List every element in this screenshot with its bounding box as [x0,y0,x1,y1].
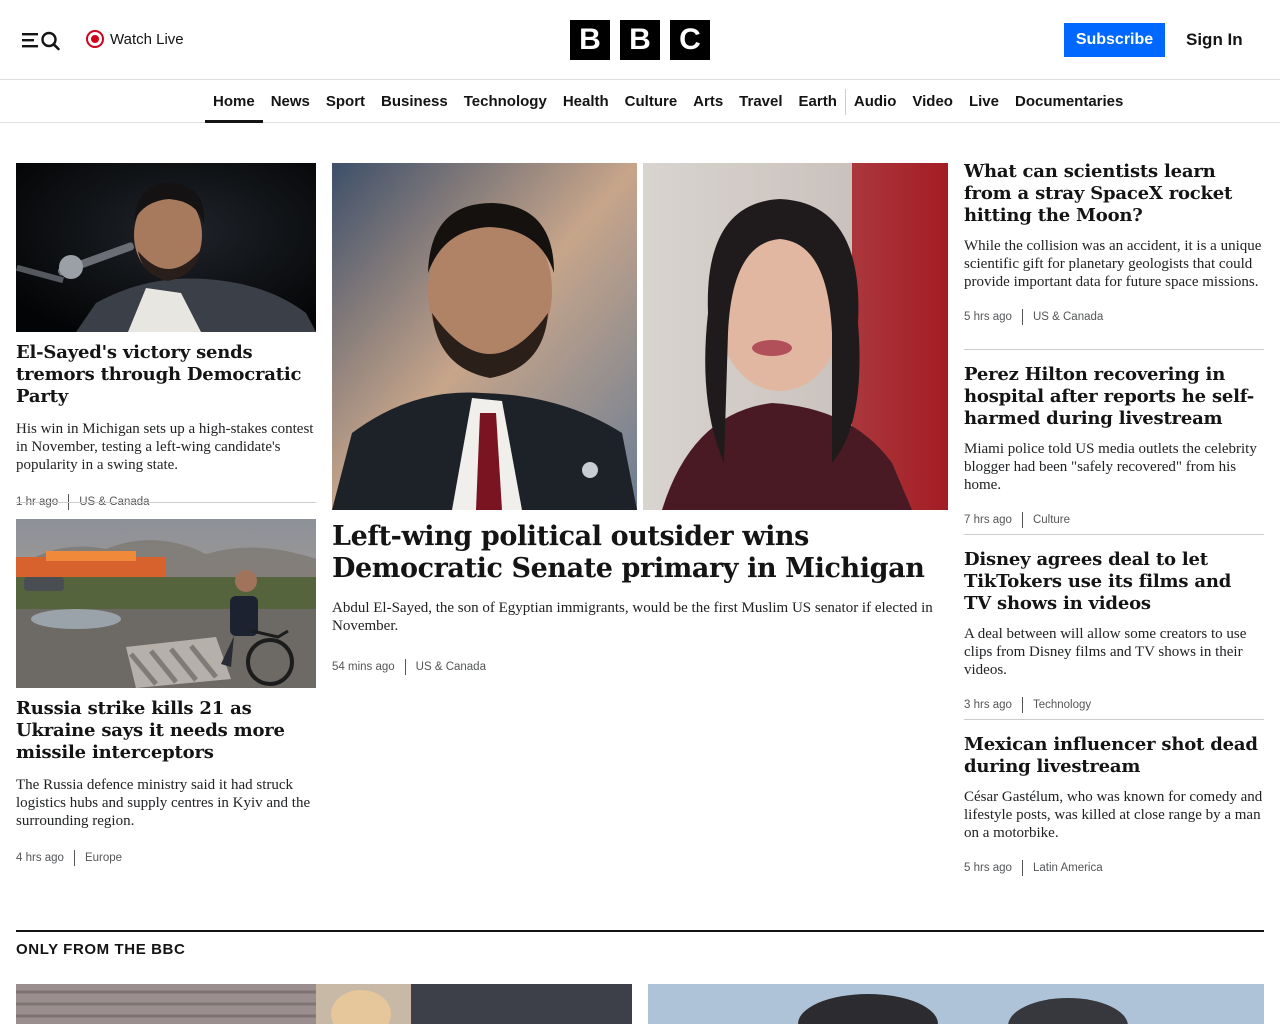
story-image-el-sayed[interactable] [16,163,316,332]
story-summary: A deal between will allow some creators … [964,626,1247,678]
story-right-2: Perez Hilton recovering in hospital afte… [964,364,1264,528]
nav-item-documentaries[interactable]: Documentaries [1007,81,1131,122]
story-tag[interactable]: Latin America [1033,862,1103,874]
logo-letter: B [570,20,610,60]
story-tag[interactable]: US & Canada [1033,311,1103,323]
story-summary: César Gastélum, who was known for comedy… [964,789,1263,841]
feature-image-right[interactable] [648,984,1264,1024]
subscribe-button[interactable]: Subscribe [1064,23,1165,57]
watch-live-label: Watch Live [110,30,184,48]
section-rule [16,930,1264,932]
photo-fire-bicycle [16,519,316,688]
lead-story-image[interactable] [332,163,948,510]
nav-item-home[interactable]: Home [205,81,263,123]
story-headline[interactable]: What can scientists learn from a stray S… [964,161,1264,227]
story-time: 3 hrs ago [964,699,1012,711]
meta-divider [1021,309,1023,325]
nav-item-news[interactable]: News [263,81,318,122]
story-meta: 5 hrs ago Latin America [964,860,1264,876]
section-title: ONLY FROM THE BBC [16,941,186,958]
story-summary: While the collision was an accident, it … [964,238,1262,290]
story-time: 5 hrs ago [964,311,1012,323]
story-meta: 4 hrs ago Europe [16,850,316,866]
story-headline[interactable]: Disney agrees deal to let TikTokers use … [964,549,1264,615]
main-navigation: Home News Sport Business Technology Heal… [0,81,1280,123]
meta-divider [73,850,75,866]
story-headline[interactable]: Mexican influencer shot dead during live… [964,734,1264,778]
nav-item-sport[interactable]: Sport [318,81,373,122]
live-icon [86,30,104,48]
story-headline[interactable]: Russia strike kills 21 as Ukraine says i… [16,698,316,764]
nav-item-audio[interactable]: Audio [846,81,905,122]
nav-item-culture[interactable]: Culture [617,81,686,122]
photo-feature-left [16,984,632,1024]
story-meta: 3 hrs ago Technology [964,697,1264,713]
story-right-3: Disney agrees deal to let TikTokers use … [964,549,1264,713]
story-left-2: Russia strike kills 21 as Ukraine says i… [16,698,316,866]
meta-divider [404,659,406,675]
story-divider [964,349,1264,350]
photo-man-speaking [16,163,316,332]
feature-image-left[interactable] [16,984,632,1024]
sign-in-link[interactable]: Sign In [1186,28,1243,52]
story-tag[interactable]: Culture [1033,514,1070,526]
story-summary: Miami police told US media outlets the c… [964,441,1257,493]
story-left-1: El-Sayed's victory sends tremors through… [16,342,316,510]
story-time: 4 hrs ago [16,852,64,864]
nav-item-health[interactable]: Health [555,81,617,122]
story-time: 5 hrs ago [964,862,1012,874]
menu-search-button[interactable] [20,28,64,52]
nav-item-business[interactable]: Business [373,81,456,122]
search-icon [41,31,60,51]
story-headline[interactable]: Perez Hilton recovering in hospital afte… [964,364,1264,430]
story-tag[interactable]: Europe [85,852,122,864]
story-summary: His win in Michigan sets up a high-stake… [16,421,314,473]
lead-summary: Abdul El-Sayed, the son of Egyptian immi… [332,600,933,634]
menu-icon [22,31,60,51]
lead-story: Left-wing political outsider wins Democr… [332,521,948,675]
nav-item-live[interactable]: Live [961,81,1007,122]
meta-divider [1021,512,1023,528]
story-tag[interactable]: Technology [1033,699,1091,711]
story-divider [964,534,1264,535]
story-tag[interactable]: US & Canada [416,661,486,673]
nav-item-earth[interactable]: Earth [791,81,845,122]
story-summary: The Russia defence ministry said it had … [16,777,311,829]
story-meta: 54 mins ago US & Canada [332,659,948,675]
nav-item-technology[interactable]: Technology [456,81,555,122]
bbc-logo[interactable]: B B C [570,20,710,60]
photo-two-candidates [332,163,948,510]
meta-divider [1021,860,1023,876]
nav-item-arts[interactable]: Arts [685,81,731,122]
story-right-4: Mexican influencer shot dead during live… [964,734,1264,876]
story-divider [964,719,1264,720]
story-time: 54 mins ago [332,661,395,673]
story-meta: 5 hrs ago US & Canada [964,309,1264,325]
meta-divider [1021,697,1023,713]
top-header: Watch Live B B C Subscribe Sign In [0,0,1280,80]
logo-letter: B [620,20,660,60]
nav-item-video[interactable]: Video [904,81,961,122]
nav-item-travel[interactable]: Travel [731,81,790,122]
story-divider [16,502,316,503]
photo-feature-right [648,984,1264,1024]
story-headline[interactable]: El-Sayed's victory sends tremors through… [16,342,316,408]
story-time: 7 hrs ago [964,514,1012,526]
lead-headline[interactable]: Left-wing political outsider wins Democr… [332,521,948,585]
story-right-1: What can scientists learn from a stray S… [964,161,1264,325]
story-image-ukraine[interactable] [16,519,316,688]
story-meta: 7 hrs ago Culture [964,512,1264,528]
logo-letter: C [670,20,710,60]
watch-live-link[interactable]: Watch Live [86,28,184,50]
